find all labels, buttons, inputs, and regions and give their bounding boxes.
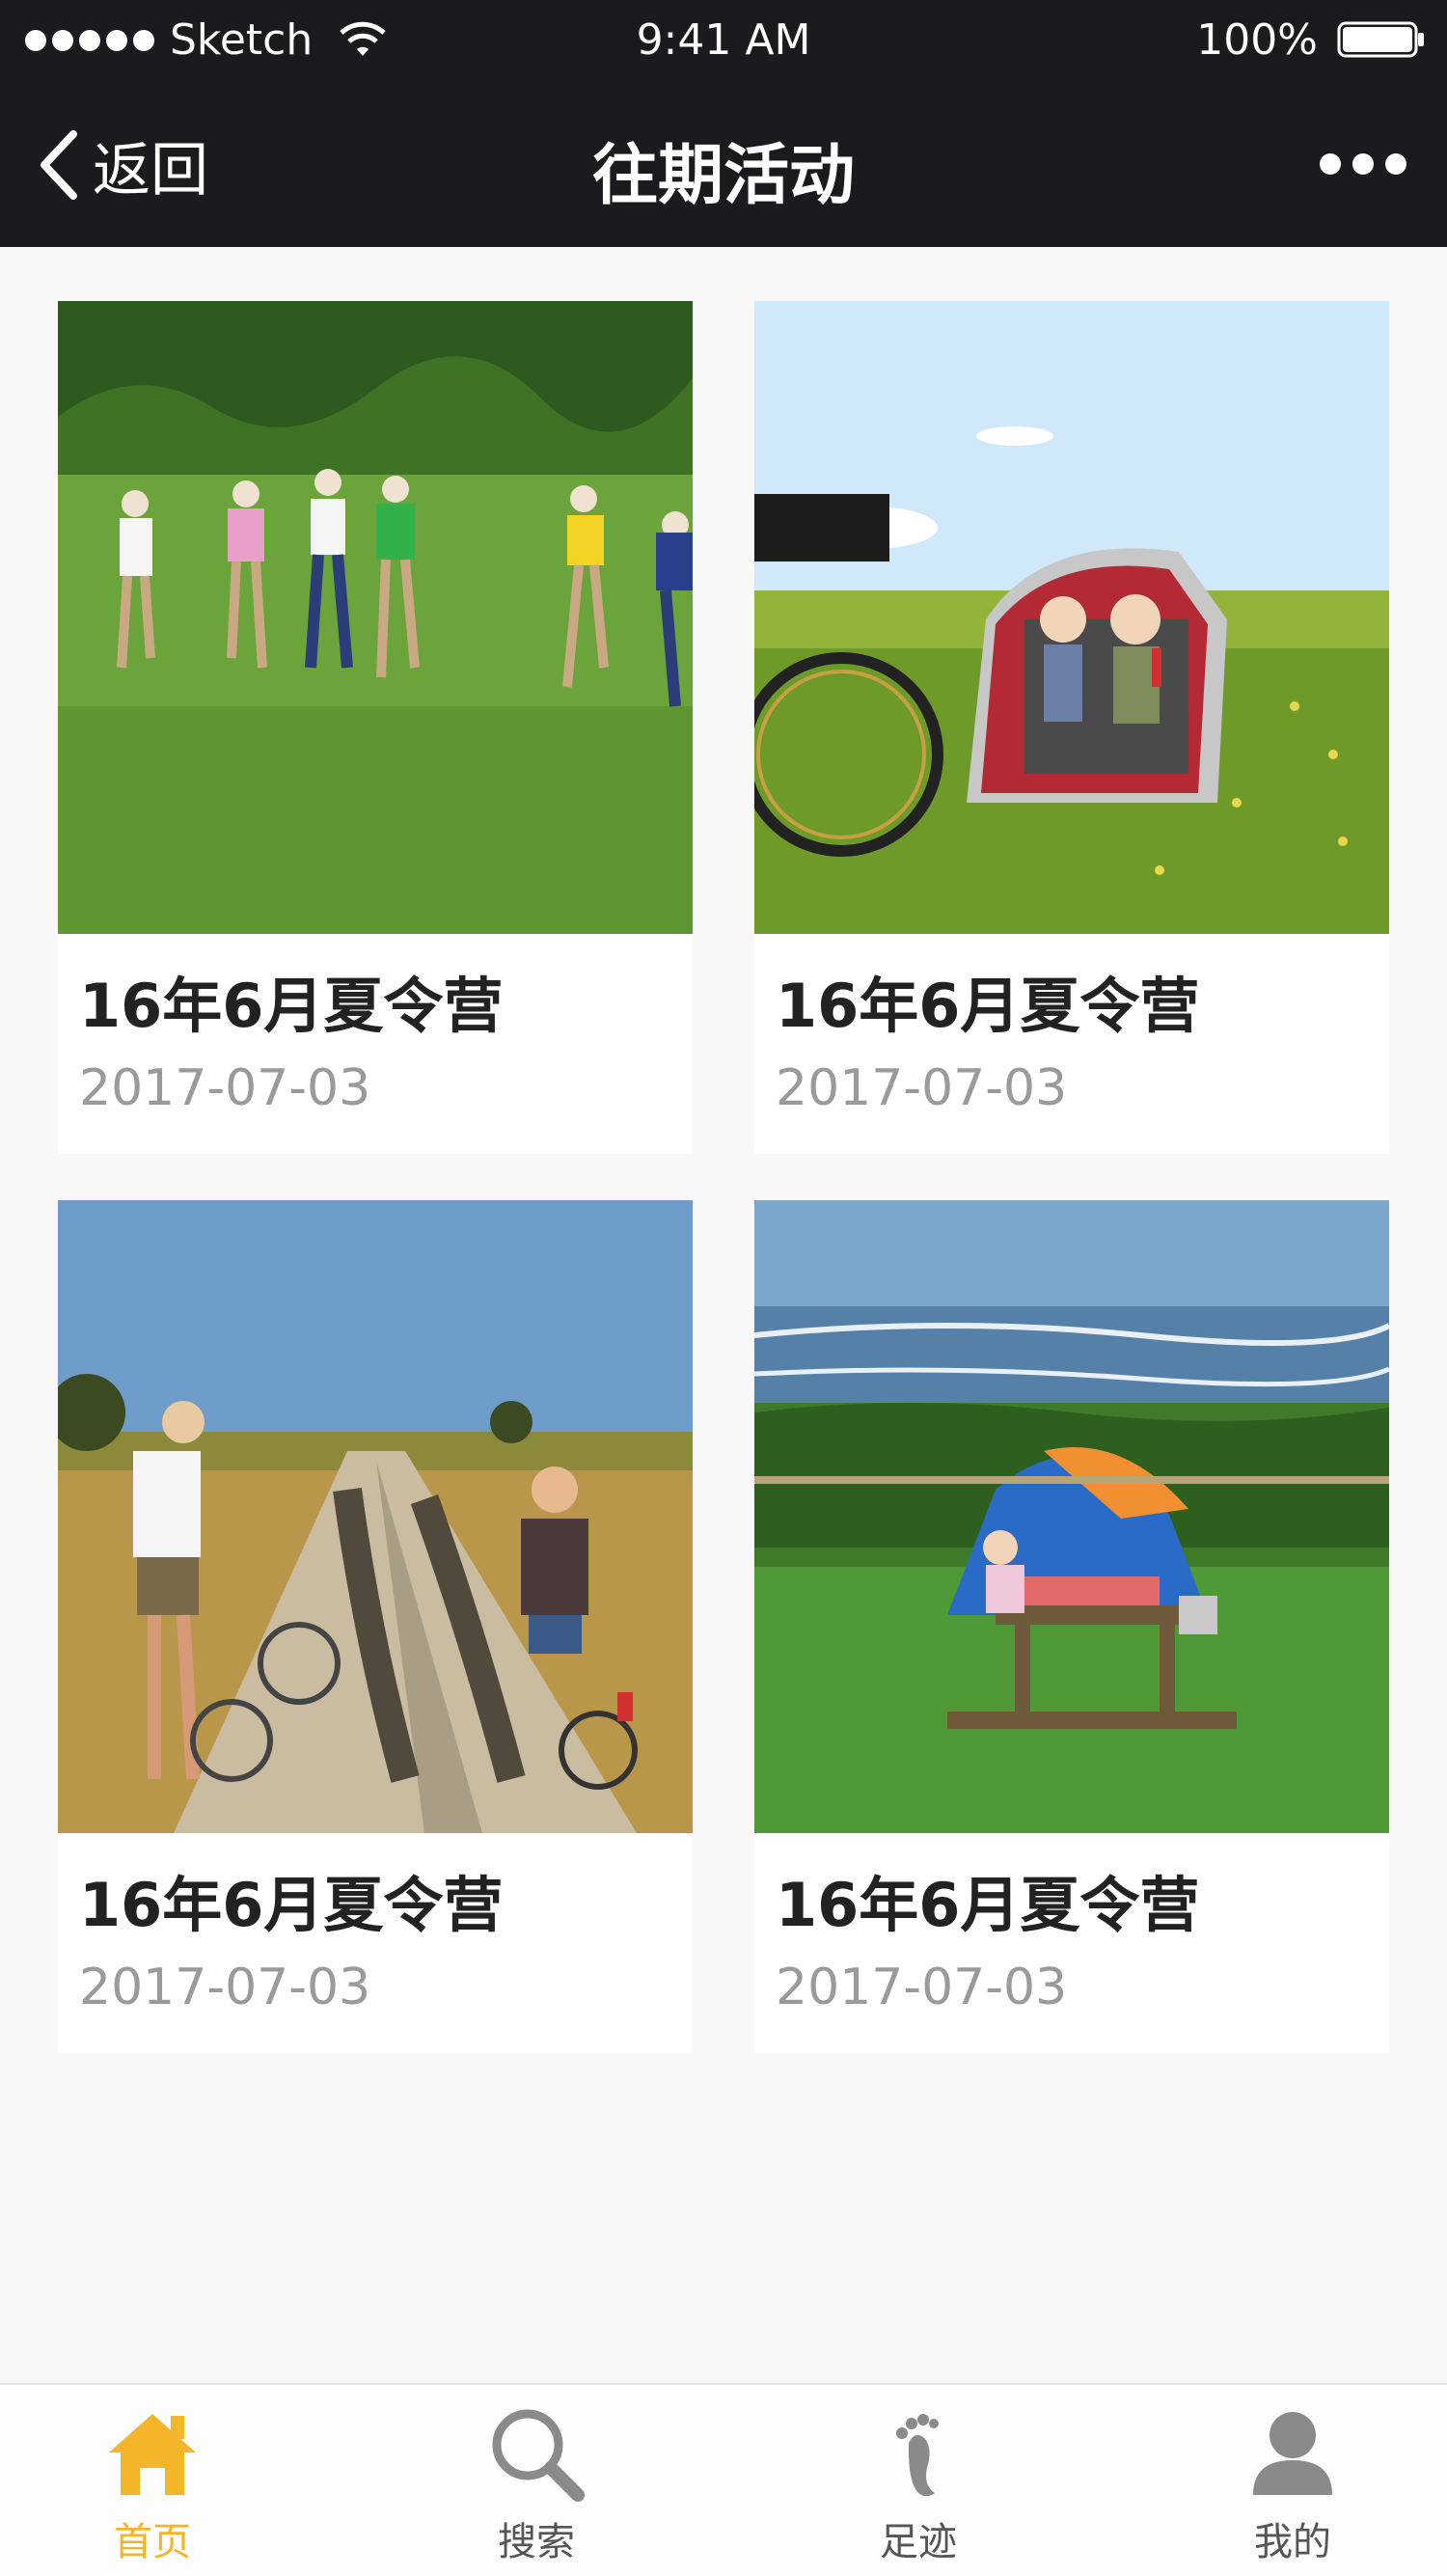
- user-icon: [1253, 2412, 1332, 2495]
- top-bar: Sketch 9:41 AM 100% 返回 往期活动: [0, 0, 1447, 247]
- activity-photo: [754, 1200, 1389, 1833]
- activity-card[interactable]: 16年6月夏令营 2017-07-03: [58, 301, 693, 1154]
- activity-date: 2017-07-03: [79, 1959, 371, 2016]
- activity-photo: [58, 1200, 693, 1833]
- navigation-bar: 返回 往期活动: [0, 83, 1447, 247]
- more-menu-button[interactable]: [1320, 147, 1406, 181]
- tab-label: 我的: [1254, 2520, 1331, 2564]
- activity-title: 16年6月夏令营: [776, 1870, 1200, 1940]
- tab-footprint[interactable]: 足迹: [822, 2385, 1015, 2576]
- activity-title: 16年6月夏令营: [776, 971, 1200, 1041]
- status-bar: Sketch 9:41 AM 100%: [0, 0, 1447, 83]
- tab-home[interactable]: 首页: [56, 2385, 249, 2576]
- battery-icon: [1337, 21, 1424, 58]
- home-icon: [109, 2414, 196, 2495]
- activity-title: 16年6月夏令营: [79, 971, 504, 1041]
- page-title: 往期活动: [591, 138, 855, 214]
- activity-card[interactable]: 16年6月夏令营 2017-07-03: [754, 1200, 1389, 2053]
- tab-search[interactable]: 搜索: [440, 2385, 633, 2576]
- children-running-on-grass-image: [58, 301, 693, 934]
- footprint-icon: [896, 2414, 939, 2497]
- tab-label: 足迹: [880, 2520, 957, 2564]
- activity-card[interactable]: 16年6月夏令营 2017-07-03: [58, 1200, 693, 2053]
- tab-me[interactable]: 我的: [1196, 2385, 1389, 2576]
- activity-title: 16年6月夏令营: [79, 1870, 504, 1940]
- activity-date: 2017-07-03: [79, 1059, 371, 1117]
- activity-card[interactable]: 16年6月夏令营 2017-07-03: [754, 301, 1389, 1154]
- tab-label: 搜索: [498, 2520, 575, 2564]
- activity-photo: [58, 301, 693, 934]
- mother-and-child-with-bicycles-image: [58, 1200, 693, 1833]
- activity-date: 2017-07-03: [776, 1059, 1068, 1117]
- camping-tent-by-sea-image: [754, 1200, 1389, 1833]
- activity-date: 2017-07-03: [776, 1959, 1068, 2016]
- tab-label: 首页: [114, 2520, 191, 2564]
- activity-photo: [754, 301, 1389, 934]
- kids-in-bike-trailer-image: [754, 301, 1389, 934]
- battery-percentage: 100%: [1196, 15, 1318, 65]
- more-dots-icon: [1320, 153, 1341, 175]
- bottom-tab-bar: 首页 搜索 足迹 我的: [0, 2383, 1447, 2576]
- search-icon: [492, 2409, 585, 2502]
